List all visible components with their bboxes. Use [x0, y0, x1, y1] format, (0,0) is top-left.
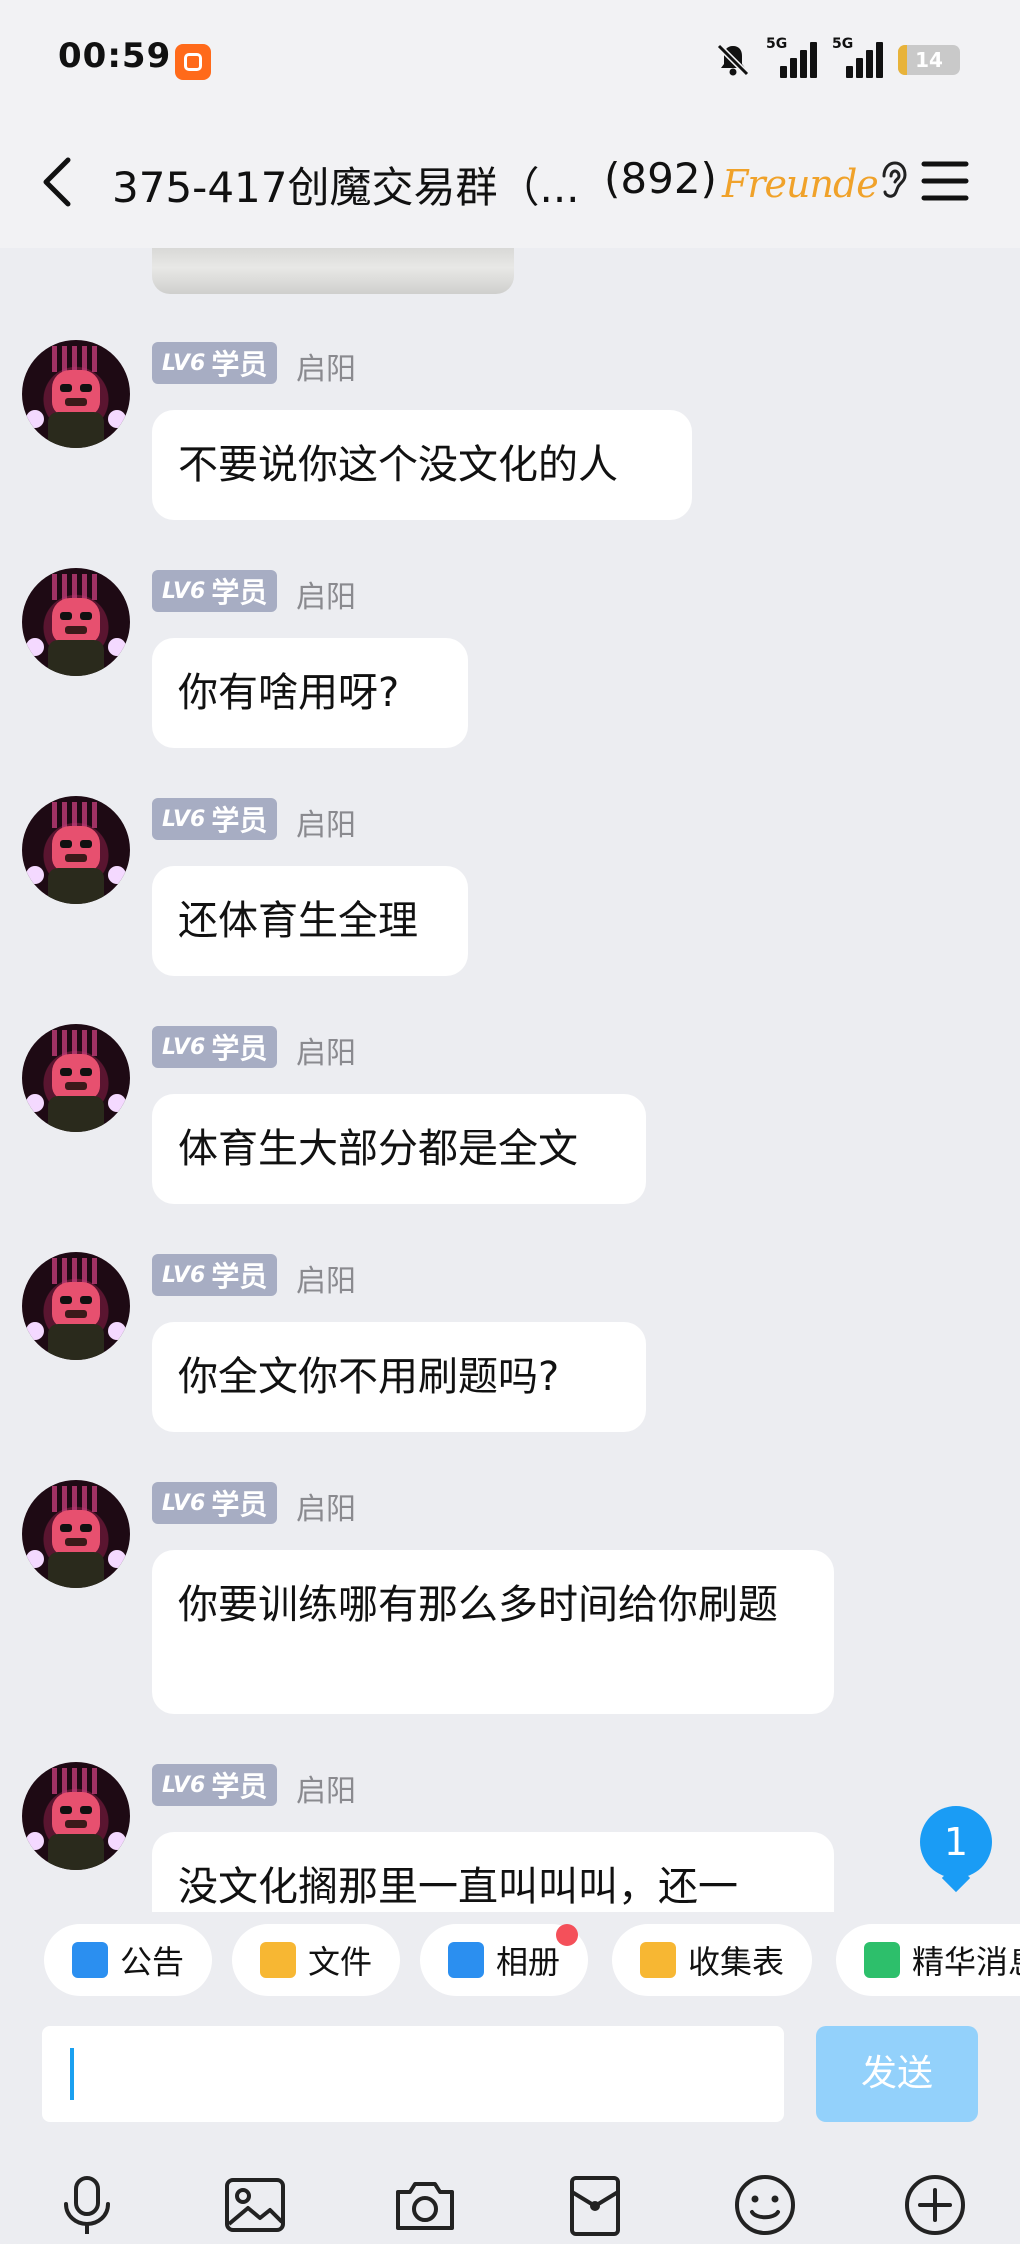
folder-icon: [260, 1942, 296, 1978]
ear-icon[interactable]: [876, 158, 910, 206]
member-count: (892): [604, 154, 717, 203]
quick-chip-4[interactable]: 收集表: [612, 1924, 813, 1996]
notification-app-icon: [175, 44, 211, 80]
quick-chip-5[interactable]: 精华消息: [836, 1924, 1020, 1996]
level-label: LV6: [162, 578, 206, 604]
send-button[interactable]: 发送: [816, 2026, 978, 2122]
battery-icon: 14: [898, 45, 960, 75]
bell-off-icon: [716, 43, 750, 77]
level-badge: LV6 学员: [152, 1482, 278, 1524]
status-time: 00:59: [58, 36, 172, 76]
sender-avatar[interactable]: [22, 796, 130, 904]
back-arrow-icon[interactable]: [38, 152, 78, 212]
message-input[interactable]: [42, 2026, 784, 2122]
level-label: LV6: [162, 1034, 206, 1060]
status-bar: 00:59 5G 5G 14: [0, 0, 1020, 120]
quick-action-bar: 公告 文件 相册 收集表 精华消息: [0, 1912, 1020, 2020]
sender-name[interactable]: 启阳: [296, 572, 356, 616]
sender-avatar[interactable]: [22, 1480, 130, 1588]
sender-avatar[interactable]: [22, 340, 130, 448]
emoji-icon[interactable]: [732, 2172, 798, 2238]
sender-name[interactable]: 启阳: [296, 344, 356, 388]
chat-header: 375-417创魔交易群（... (892) Freunde: [0, 120, 1020, 248]
sender-name[interactable]: 启阳: [296, 1484, 356, 1528]
message-bubble[interactable]: 还体育生全理: [152, 866, 468, 976]
level-label: LV6: [162, 1772, 206, 1798]
level-badge: LV6 学员: [152, 570, 278, 612]
quick-chip-label: 相册: [496, 1943, 561, 1981]
brand-logo: Freunde: [722, 162, 879, 206]
camera-icon[interactable]: [392, 2172, 458, 2238]
unread-count-badge[interactable]: 1: [920, 1806, 992, 1878]
role-label: 学员: [211, 1260, 268, 1293]
composer: 发送: [0, 2020, 1020, 2244]
sender-name[interactable]: 启阳: [296, 1766, 356, 1810]
sender-name[interactable]: 启阳: [296, 800, 356, 844]
message-list[interactable]: LV6 学员 启阳 不要说你这个没文化的人 LV6 学员 启阳 你有啥用呀? LV6 学员 启阳 还体…: [0, 248, 1020, 1912]
quick-chip-label: 收集表: [688, 1943, 785, 1981]
level-label: LV6: [162, 806, 206, 832]
group-title[interactable]: 375-417创魔交易群（...: [112, 154, 580, 215]
sender-avatar[interactable]: [22, 1024, 130, 1132]
quick-chip-label: 公告: [120, 1943, 185, 1981]
message-bubble[interactable]: 体育生大部分都是全文: [152, 1094, 646, 1204]
level-badge: LV6 学员: [152, 1254, 278, 1296]
role-label: 学员: [211, 804, 268, 837]
level-label: LV6: [162, 350, 206, 376]
level-badge: LV6 学员: [152, 342, 278, 384]
sender-name[interactable]: 启阳: [296, 1256, 356, 1300]
battery-level: 14: [915, 48, 943, 72]
album-icon: [448, 1942, 484, 1978]
sender-avatar[interactable]: [22, 1762, 130, 1870]
message-bubble[interactable]: 你有啥用呀?: [152, 638, 468, 748]
role-label: 学员: [211, 1770, 268, 1803]
quick-chip-3[interactable]: 相册: [420, 1924, 589, 1996]
previous-image-message[interactable]: [152, 248, 514, 294]
quick-chip-2[interactable]: 文件: [232, 1924, 401, 1996]
level-badge: LV6 学员: [152, 798, 278, 840]
form-icon: [640, 1942, 676, 1978]
role-label: 学员: [211, 1032, 268, 1065]
image-icon[interactable]: [222, 2172, 288, 2238]
quick-chip-label: 文件: [308, 1943, 373, 1981]
message-bubble[interactable]: 没文化搁那里一直叫叫叫，还一: [152, 1832, 834, 1912]
text-cursor: [70, 2048, 74, 2100]
message-bubble[interactable]: 你要训练哪有那么多时间给你刷题: [152, 1550, 834, 1714]
signal-icon-2: 5G: [832, 36, 884, 80]
role-label: 学员: [211, 348, 268, 381]
level-label: LV6: [162, 1490, 206, 1516]
new-indicator-dot: [556, 1924, 579, 1946]
status-indicators: 5G 5G 14: [714, 36, 960, 82]
level-badge: LV6 学员: [152, 1026, 278, 1068]
microphone-icon[interactable]: [54, 2172, 120, 2238]
signal-icon: 5G: [766, 36, 818, 80]
announcement-icon: [72, 1942, 108, 1978]
role-label: 学员: [211, 1488, 268, 1521]
quick-chip-1[interactable]: 公告: [44, 1924, 213, 1996]
sender-avatar[interactable]: [22, 1252, 130, 1360]
plus-icon[interactable]: [902, 2172, 968, 2238]
menu-icon[interactable]: [920, 158, 970, 204]
message-bubble[interactable]: 你全文你不用刷题吗?: [152, 1322, 646, 1432]
quick-chip-label: 精华消息: [912, 1943, 1020, 1981]
message-bubble[interactable]: 不要说你这个没文化的人: [152, 410, 692, 520]
sender-name[interactable]: 启阳: [296, 1028, 356, 1072]
level-label: LV6: [162, 1262, 206, 1288]
red-packet-icon[interactable]: [562, 2172, 628, 2238]
essence-icon: [864, 1942, 900, 1978]
role-label: 学员: [211, 576, 268, 609]
level-badge: LV6 学员: [152, 1764, 278, 1806]
sender-avatar[interactable]: [22, 568, 130, 676]
